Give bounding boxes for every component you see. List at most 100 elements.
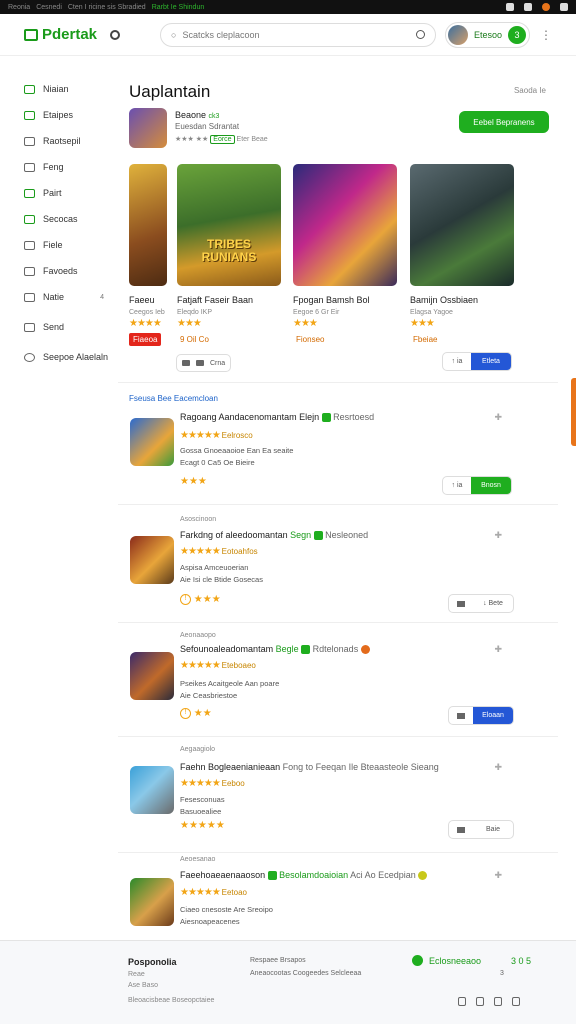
more-icon[interactable]: ⋮: [540, 28, 552, 42]
game-price[interactable]: Fionseo: [293, 334, 327, 345]
item-title: Sefounoaleadomantam: [180, 644, 274, 654]
sidebar-item-label: Niaian: [43, 84, 69, 94]
footer-icons: [458, 997, 520, 1006]
game-card[interactable]: Fpogan Bamsh Bol Eegoe 6 Gr Eir ★★★ Fion…: [293, 164, 397, 347]
list-item[interactable]: Aegaagiolo Faehn Bogleaenianieaan Fong t…: [130, 744, 514, 854]
game-card[interactable]: TRIBES RUNIANS Fatjaft Faseir Baan Eleqd…: [177, 164, 281, 347]
list-item[interactable]: Aeoesanao Faeehoaeaenaaoson Besolamdoaio…: [130, 854, 514, 940]
brand-icon: [412, 955, 423, 966]
item-date: Aeoesanao: [180, 856, 216, 863]
sidebar-item-grid[interactable]: Secocas: [0, 206, 118, 232]
settings-icon[interactable]: [512, 997, 520, 1006]
item-title-row: Faehn Bogleaenianieaan Fong to Feeqan Il…: [180, 762, 439, 772]
item-rating: ★★★★★ Eetoao: [180, 887, 247, 898]
sysbar-icons: [506, 3, 568, 11]
sidebar-item-flag[interactable]: Pairt: [0, 180, 118, 206]
list-item[interactable]: Aeonaaopo Sefounoaleadomantam Begle Rdte…: [130, 630, 514, 740]
app-icon: [130, 418, 174, 466]
more-icon[interactable]: ✚: [494, 412, 502, 423]
secondary-button[interactable]: ↑ ia: [443, 353, 471, 370]
footer-line[interactable]: Bleoacisbeae Boseopctaiee: [128, 997, 214, 1004]
app-icon: [130, 766, 174, 814]
game-price[interactable]: Fbeiae: [410, 334, 440, 345]
footer-line[interactable]: Reae: [128, 971, 145, 978]
search-input[interactable]: ○ Scatcks cleplacoon: [160, 22, 436, 47]
clock-icon: [24, 352, 35, 362]
secondary-button[interactable]: ↑ ia: [443, 477, 471, 494]
game-card[interactable]: Faeeu Ceegos Ieb ★★★★ Fiaeoa: [129, 164, 167, 347]
user-name: Etesoo: [473, 29, 502, 40]
search-placeholder: Scatcks cleplacoon: [182, 29, 260, 40]
system-bar: Reonia Cesnedi Cten I ricine sis Sbradie…: [0, 0, 576, 14]
secondary-button[interactable]: [449, 821, 473, 838]
scroll-indicator[interactable]: [571, 378, 576, 446]
primary-button[interactable]: Baie: [473, 821, 513, 838]
featured-stars: ★★★ ★★: [175, 136, 209, 143]
user-menu[interactable]: Etesoo 3: [444, 21, 530, 48]
avatar[interactable]: [447, 24, 468, 45]
send-icon: [24, 322, 35, 332]
see-all-link[interactable]: Saoda Ie: [514, 86, 546, 95]
sidebar-item-home[interactable]: Niaian: [0, 76, 118, 102]
sidebar-item-mail[interactable]: Natie 4: [0, 284, 118, 310]
more-icon[interactable]: ✚: [494, 870, 502, 881]
item-buttons[interactable]: ↑ ia Bnosn: [442, 476, 512, 495]
copy-icon[interactable]: [476, 997, 484, 1006]
sidebar-item-heart[interactable]: Favoeds: [0, 258, 118, 284]
primary-button[interactable]: Bnosn: [471, 477, 511, 494]
share-icon[interactable]: [458, 997, 466, 1006]
alert-icon: [360, 645, 370, 655]
game-price[interactable]: 9 Oil Co: [177, 334, 212, 345]
secondary-button[interactable]: [449, 707, 473, 724]
secondary-button[interactable]: [449, 595, 473, 612]
magnifier-icon[interactable]: [416, 30, 425, 39]
item-desc-line: Ecagt 0 Ca5 Oe Bieire: [180, 458, 255, 467]
item-title-row: Sefounoaleadomantam Begle Rdtelonads: [180, 644, 370, 655]
item-buttons[interactable]: Eloaan: [448, 706, 514, 725]
sidebar: Niaian Etaipes Raotsepil Feng Pairt Seco…: [0, 70, 118, 370]
home-icon: [24, 84, 35, 94]
footer-link[interactable]: Aneaocootas Coogeedes Selcleeaa: [250, 970, 361, 977]
footer-line[interactable]: Ase Baso: [128, 982, 158, 989]
card-actions-pill[interactable]: Crna: [176, 354, 232, 372]
pill-label: Crna: [210, 359, 226, 367]
featured-app[interactable]: Beaone ck3 Euesdan Sdrantat ★★★ ★★ Eorce…: [129, 108, 549, 150]
item-buttons[interactable]: ↓ Bete: [448, 594, 514, 613]
game-price[interactable]: Fiaeoa: [129, 333, 162, 346]
sysbar-item: Reonia: [8, 3, 31, 11]
game-card[interactable]: Bamijn Ossbiaen Elagsa Yagoe ★★★ Fbeiae: [410, 164, 514, 347]
logo[interactable]: Pdertak: [24, 26, 110, 43]
item-buttons[interactable]: Baie: [448, 820, 514, 839]
game-cover: TRIBES RUNIANS: [177, 164, 281, 286]
game-sub: Ceegos Ieb: [129, 309, 165, 316]
sidebar-item-send[interactable]: Send: [0, 314, 118, 340]
card-action-buttons[interactable]: ↑ ia Etleta: [442, 352, 512, 371]
more-icon[interactable]: ✚: [494, 762, 502, 773]
primary-button[interactable]: Eloaan: [473, 707, 513, 724]
item-date: Asoscinoon: [180, 516, 217, 523]
primary-button[interactable]: ↓ Bete: [473, 595, 513, 612]
more-icon[interactable]: ✚: [494, 644, 502, 655]
search-icon[interactable]: [110, 29, 120, 40]
window-icon[interactable]: [506, 3, 514, 11]
sidebar-item-list[interactable]: Raotsepil: [0, 128, 118, 154]
sidebar-item-gear[interactable]: Fiele: [0, 232, 118, 258]
divider: [118, 622, 558, 623]
sidebar-item-store[interactable]: Etaipes: [0, 102, 118, 128]
footer-brand[interactable]: Eclosneeaoo 3 0 5: [412, 955, 531, 966]
verified-icon: [313, 531, 323, 541]
game-cover-title: TRIBES RUNIANS: [201, 237, 257, 264]
notification-icon[interactable]: [542, 3, 550, 11]
settings-icon[interactable]: [560, 3, 568, 11]
more-icon[interactable]: ✚: [494, 530, 502, 541]
sidebar-item-doc[interactable]: Feng: [0, 154, 118, 180]
footer-link[interactable]: Respaee Brsapos: [250, 957, 306, 964]
item-stars-small: ! ★★★: [180, 594, 221, 605]
featured-install-button[interactable]: Eebel Bepranens: [459, 111, 549, 133]
sidebar-item-clock[interactable]: Seepoe Alaelaln: [0, 344, 118, 370]
bookmark-icon[interactable]: [524, 3, 532, 11]
primary-button[interactable]: Etleta: [471, 353, 511, 370]
list-item[interactable]: Asoscinoon Farkdng of aleedoomantan Segn…: [130, 514, 514, 624]
bookmark-icon[interactable]: [494, 997, 502, 1006]
featured-rating-row: ★★★ ★★ Eorce Eter Beae: [175, 135, 268, 144]
